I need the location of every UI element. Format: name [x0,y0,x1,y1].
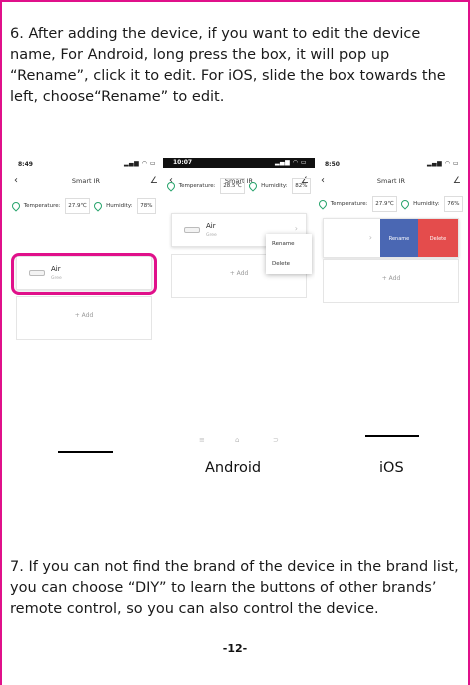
temperature-icon [317,198,329,210]
ios-caption: iOS [379,460,404,476]
device-name: Air [206,222,216,230]
signal-wifi-battery-icon: ▂▄▆ ◠ ▭ [123,160,156,167]
sensor-row: Temperature: 28.5℃ Humidity: 82% [165,178,311,194]
temperature-value: 27.9℃ [65,198,90,214]
temperature-value: 28.5℃ [220,178,245,194]
status-bar: 8:49 ▂▄▆ ◠ ▭ [8,158,164,170]
android-screenshot: 10:07 ▂▄▆ ◠ ▭ ‹ Smart IR ∠ Temperature: … [163,158,315,448]
temperature-icon [10,200,22,212]
rename-button[interactable]: Rename [380,219,418,257]
back-nav-icon[interactable]: ⊃ [273,436,279,444]
sensor-row: Temperature: 27.9℃ Humidity: 78% [10,198,160,214]
signal-wifi-battery-icon: ▂▄▆ ◠ ▭ [274,159,307,166]
humidity-label: Humidity: [413,201,440,207]
humidity-label: Humidity: [261,183,288,189]
step-7-paragraph: 7. If you can not find the brand of the … [10,559,459,617]
page-number: -12- [222,642,248,655]
ios-screenshot-swiped: 8:50 ▂▄▆ ◠ ▭ ‹ Smart IR ∠ Temperature: 2… [315,158,467,398]
nav-title: Smart IR [71,177,101,185]
air-conditioner-icon [184,227,200,233]
chevron-right-icon: › [294,224,298,233]
temperature-value: 27.9℃ [372,196,397,212]
delete-button[interactable]: Delete [418,219,458,257]
humidity-icon [247,180,260,192]
device-brand: Gree [206,233,217,238]
menu-icon[interactable]: ≡ [199,436,205,444]
rename-menu-item[interactable]: Rename [266,234,312,254]
delete-menu-item[interactable]: Delete [266,254,312,274]
ios-screenshot-before: 8:49 ▂▄▆ ◠ ▭ ‹ Smart IR ∠ Temperature: 2… [8,158,164,398]
humidity-value: 82% [292,178,311,194]
edit-icon[interactable]: ∠ [150,174,158,188]
edit-icon[interactable]: ∠ [453,174,461,188]
sensor-row: Temperature: 27.9℃ Humidity: 76% [317,196,463,212]
home-indicator [58,451,113,453]
context-menu: Rename Delete [266,234,312,274]
signal-wifi-battery-icon: ▂▄▆ ◠ ▭ [426,160,459,167]
temperature-icon [165,180,177,192]
add-device-button[interactable]: + Add [323,259,459,303]
chevron-right-icon: › [368,233,372,242]
temperature-label: Temperature: [178,183,216,189]
status-bar: 8:50 ▂▄▆ ◠ ▭ [315,158,467,170]
humidity-label: Humidity: [106,203,133,209]
humidity-value: 76% [444,196,463,212]
android-caption: Android [205,460,262,476]
android-nav-bar: ≡ ⌂ ⊃ [163,436,315,446]
temperature-label: Temperature: [330,201,368,207]
add-label: + Add [381,275,401,282]
status-time: 8:50 [325,161,340,168]
home-indicator [365,435,419,437]
temperature-label: Temperature: [23,203,61,209]
home-icon[interactable]: ⌂ [235,436,239,444]
highlight-box [11,253,157,295]
nav-title: Smart IR [376,177,406,185]
add-label: + Add [74,312,94,319]
status-time: 8:49 [18,161,33,168]
humidity-icon [92,200,105,212]
humidity-value: 78% [137,198,156,214]
status-time: 10:07 [173,159,193,166]
device-card-swiped[interactable]: › Rename Delete [323,218,459,258]
nav-bar: ‹ Smart IR ∠ [315,174,467,188]
nav-bar: ‹ Smart IR ∠ [8,174,164,188]
add-device-button[interactable]: + Add [16,296,152,340]
status-bar: 10:07 ▂▄▆ ◠ ▭ [163,158,315,168]
step-6-paragraph: 6. After adding the device, if you want … [10,26,446,105]
humidity-icon [399,198,412,210]
